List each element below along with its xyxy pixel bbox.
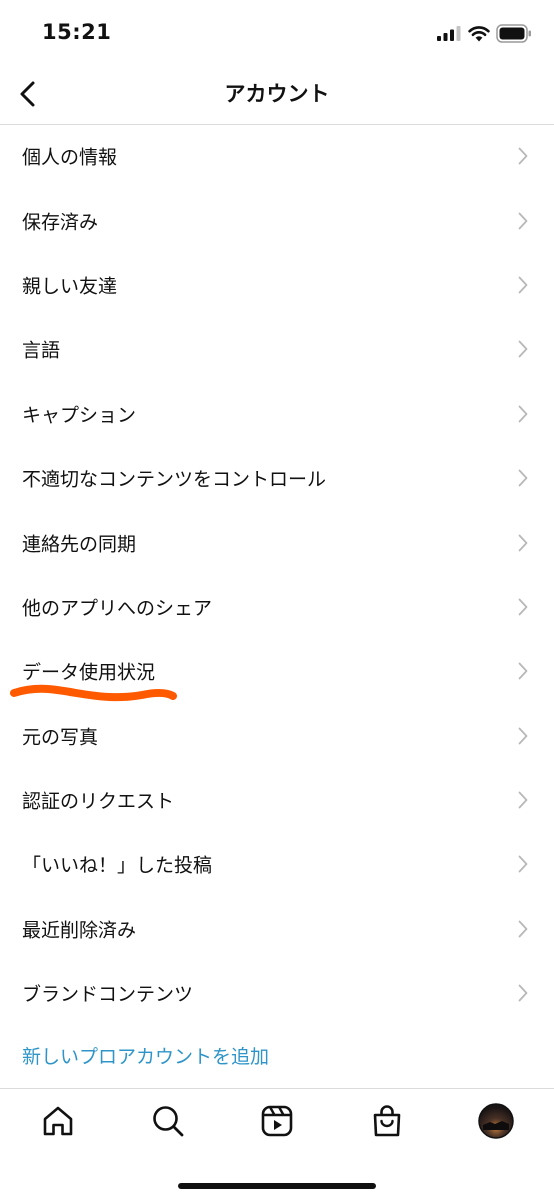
profile-avatar[interactable] [478,1103,514,1139]
chevron-right-icon [518,727,528,745]
orange-underline-annotation [10,684,177,702]
menu-item-label: キャプション [22,404,137,427]
menu-item-label: ブランドコンテンツ [22,983,194,1006]
menu-item-liked-posts[interactable]: 「いいね！」した投稿 [0,832,554,896]
menu-item-label: 連絡先の同期 [22,533,137,556]
chevron-right-icon [518,147,528,165]
chevron-right-icon [518,534,528,551]
page-title: アカウント [224,82,330,106]
menu-item-request-verification[interactable]: 認証のリクエスト [0,768,554,832]
menu-item-branded-content[interactable]: ブランドコンテンツ [0,961,554,1025]
menu-item-label: 親しい友達 [22,275,118,298]
menu-item-label: 認証のリクエスト [22,790,175,813]
home-indicator [178,1183,376,1189]
menu-item-label: 元の写真 [22,726,99,749]
settings-menu-list: 個人の情報 保存済み 親しい友達 言語 キャプション 不適切なコンテンツをコント… [0,124,554,1025]
search-icon[interactable] [150,1103,186,1139]
chevron-right-icon [518,598,528,616]
chevron-right-icon [518,340,528,358]
chevron-right-icon [518,469,528,487]
menu-item-close-friends[interactable]: 親しい友達 [0,253,554,317]
menu-item-label: 他のアプリへのシェア [22,597,213,620]
chevron-right-icon [518,212,528,229]
menu-item-label: 保存済み [22,211,99,234]
menu-item-label: 個人の情報 [22,146,118,169]
menu-item-captions[interactable]: キャプション [0,382,554,446]
home-icon[interactable] [40,1103,76,1139]
status-time: 15:21 [42,20,112,44]
menu-item-original-photos[interactable]: 元の写真 [0,704,554,768]
chevron-right-icon [518,662,528,680]
menu-item-label: 最近削除済み [22,919,137,942]
menu-item-language[interactable]: 言語 [0,317,554,381]
chevron-right-icon [518,856,528,873]
add-professional-account-link[interactable]: 新しいプロアカウントを追加 [22,1042,269,1069]
menu-item-sensitive-content[interactable]: 不適切なコンテンツをコントロール [0,446,554,510]
shop-icon[interactable] [369,1103,405,1139]
menu-item-label: 不適切なコンテンツをコントロール [22,468,327,491]
chevron-right-icon [518,984,528,1002]
menu-item-label: 言語 [22,339,61,362]
menu-item-saved[interactable]: 保存済み [0,188,554,252]
reels-icon[interactable] [259,1103,295,1139]
chevron-right-icon [518,791,528,809]
menu-item-personal-info[interactable]: 個人の情報 [0,124,554,188]
wifi-icon [468,26,490,42]
chevron-right-icon [518,276,528,294]
header: アカウント [0,66,554,125]
signal-icon [437,26,461,41]
account-settings-screen: 15:21 アカウント 個人の情報 保存済み 親しい友達 言語 キャプション 不… [0,0,554,1200]
menu-item-recently-deleted[interactable]: 最近削除済み [0,897,554,961]
chevron-right-icon [518,920,528,938]
chevron-right-icon [518,405,528,423]
menu-item-label: 「いいね！」した投稿 [22,854,213,877]
menu-item-contacts-sync[interactable]: 連絡先の同期 [0,510,554,574]
menu-item-sharing-to-other-apps[interactable]: 他のアプリへのシェア [0,575,554,639]
battery-icon [496,24,531,43]
status-bar: 15:21 [0,0,554,66]
